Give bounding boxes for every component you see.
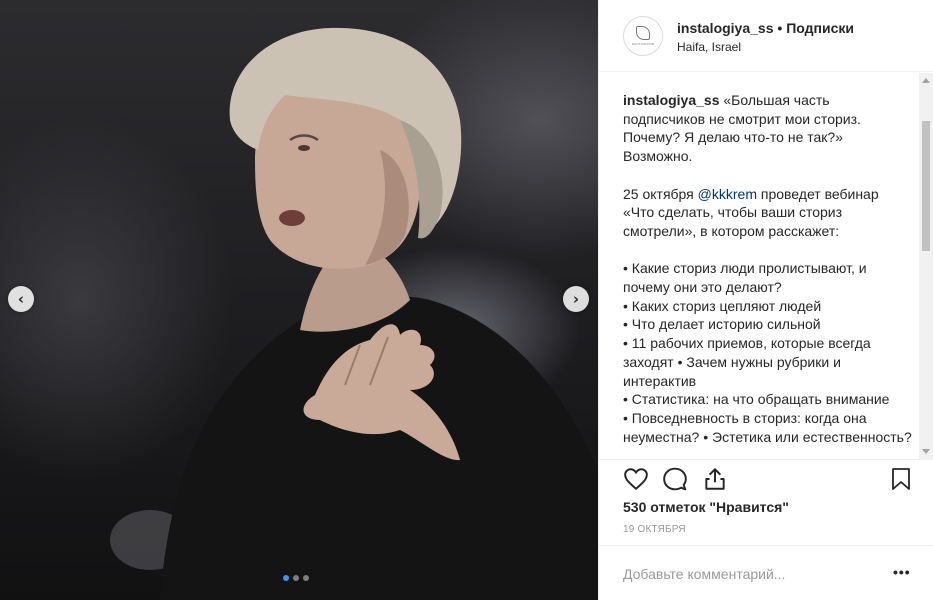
- location-link[interactable]: Haifa, Israel: [677, 40, 741, 54]
- caption-username[interactable]: instalogiya_ss: [623, 92, 720, 108]
- caption-paragraph-1: instalogiya_ss «Большая часть подписчико…: [623, 91, 913, 166]
- caption-paragraph-2: 25 октября @kkkrem проведет вебинар «Что…: [623, 185, 913, 241]
- caption-bullet: • Что делает историю сильной: [623, 316, 821, 333]
- caption-bullet: • Статистика: на что обращать внимание: [623, 391, 890, 408]
- scrollbar-thumb[interactable]: [922, 121, 930, 251]
- add-comment-bar: Добавьте комментарий... •••: [599, 545, 933, 600]
- carousel-dot-3: [303, 575, 309, 581]
- caption-bullet: • Повседневность в сториз: когда она неу…: [623, 409, 912, 445]
- share-icon[interactable]: [702, 466, 728, 492]
- more-options-icon[interactable]: •••: [893, 564, 911, 580]
- carousel-indicator: [283, 575, 309, 581]
- caption-text-2a: 25 октября: [623, 185, 698, 202]
- header-separator: •: [777, 20, 783, 36]
- carousel-dot-2: [293, 575, 299, 581]
- post-header: ИНСТАЛОГИЯ instalogiya_ss • Подписки Hai…: [599, 0, 933, 72]
- brand-logo-icon: [636, 26, 650, 40]
- caption-bullet: • Каких сториз цепляют людей: [623, 297, 822, 314]
- post-caption: instalogiya_ss «Большая часть подписчико…: [623, 91, 913, 446]
- comment-input[interactable]: Добавьте комментарий...: [623, 566, 785, 582]
- photo-illustration: [110, 27, 598, 600]
- follow-button[interactable]: Подписки: [786, 20, 854, 36]
- likes-count[interactable]: 530 отметок "Нравится": [623, 499, 789, 515]
- bookmark-icon[interactable]: [889, 466, 913, 492]
- comments-scrollbar[interactable]: [919, 73, 933, 459]
- comments-section: instalogiya_ss «Большая часть подписчико…: [599, 73, 933, 459]
- post-photo[interactable]: ‹ ›: [0, 0, 598, 600]
- carousel-dot-1: [283, 575, 289, 581]
- chevron-left-icon[interactable]: ‹: [8, 286, 34, 312]
- post-actions-bar: [599, 459, 933, 497]
- username-link[interactable]: instalogiya_ss: [677, 20, 774, 36]
- heart-icon[interactable]: [623, 466, 649, 492]
- scroll-up-arrow-icon[interactable]: [922, 78, 930, 83]
- post-side-panel: ИНСТАЛОГИЯ instalogiya_ss • Подписки Hai…: [598, 0, 933, 600]
- avatar[interactable]: ИНСТАЛОГИЯ: [623, 16, 663, 56]
- scroll-down-arrow-icon[interactable]: [922, 449, 930, 454]
- chevron-right-icon[interactable]: ›: [563, 286, 589, 312]
- mention-link[interactable]: @kkkrem: [698, 186, 757, 202]
- header-user-line: instalogiya_ss • Подписки: [677, 20, 854, 36]
- caption-bullet: • Какие сториз люди пролистывают, и поче…: [623, 260, 867, 295]
- post-date[interactable]: 19 ОКТЯБРЯ: [623, 524, 686, 535]
- comment-icon[interactable]: [662, 466, 688, 492]
- caption-bullet: • 11 рабочих приемов, которые всегда зах…: [623, 335, 871, 389]
- avatar-logo-text: ИНСТАЛОГИЯ: [631, 42, 655, 46]
